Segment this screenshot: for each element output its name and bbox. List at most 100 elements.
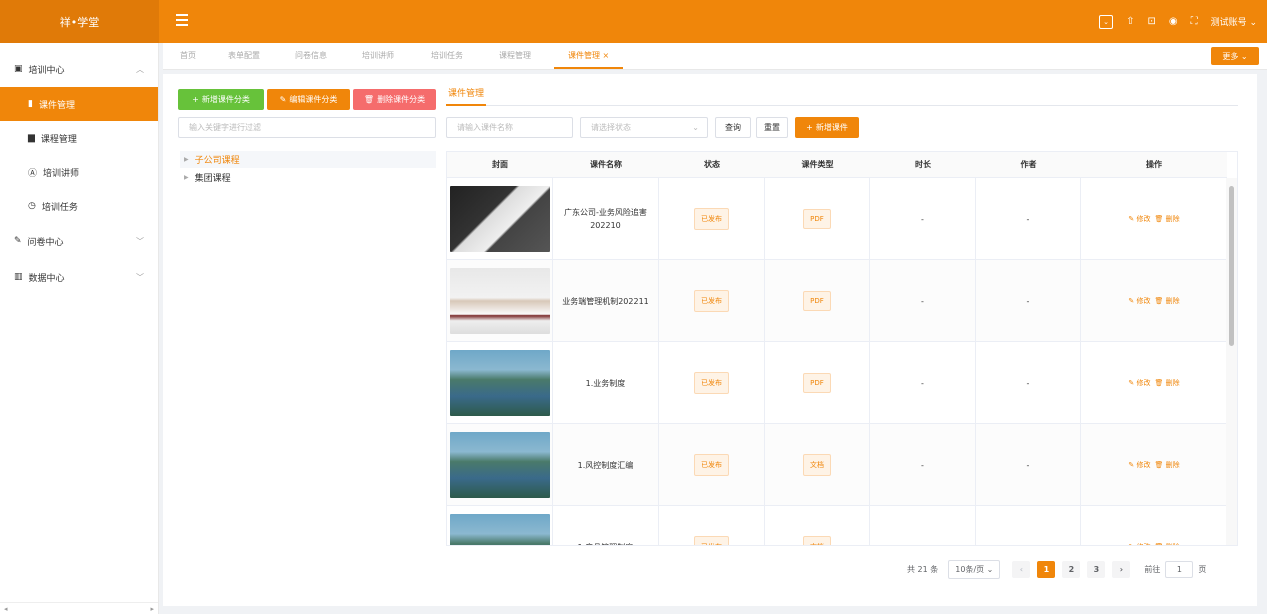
cover-image (449, 186, 550, 252)
sidebar: ▣ 培训中心 ︿ ▮ 课件管理 ▆ 课程管理 Ⓐ 培训讲师 ◷ 培训任务 ✎ 问… (0, 43, 159, 614)
sidebar-group-data[interactable]: ▥ 数据中心 ﹀ (0, 259, 158, 295)
fullscreen-icon[interactable]: ⛶ (1191, 16, 1198, 27)
tab-survey-info[interactable]: 问卷信息 (295, 43, 327, 69)
chevron-down-icon: ﹀ (136, 272, 144, 282)
prev-page-button[interactable]: ‹ (1012, 561, 1031, 578)
category-filter-input[interactable]: 输入关键字进行过滤 (178, 117, 436, 138)
courseware-name-input[interactable]: 请输入课件名称 (446, 117, 573, 138)
edit-link[interactable]: ✎ 修改 (1128, 296, 1150, 306)
status-badge: 已发布 (694, 208, 729, 230)
sidebar-item-task[interactable]: ◷ 培训任务 (0, 189, 158, 223)
courseware-table: 封面 课件名称 状态 课件类型 时长 作者 操作 广东公司-业务风险追害2022… (446, 151, 1238, 546)
status-badge: 已发布 (694, 290, 729, 312)
user-icon: Ⓐ (28, 168, 38, 179)
chevron-up-icon: ︿ (136, 64, 144, 74)
tab-close-icon[interactable]: × (603, 51, 610, 60)
chevron-down-icon: ﹀ (136, 236, 144, 246)
app-logo: 祥•学堂 (0, 0, 159, 43)
training-center-icon: ▣ (14, 64, 23, 74)
table-row: 业务端管理机制202211 已发布 PDF - - ✎ 修改 🗑 删除 (447, 260, 1227, 342)
top-bar: 祥•学堂 ⌄ ⇧ ⊡ ◉ ⛶ 测试账号 ⌄ (0, 0, 1267, 43)
book-icon: ▆ (28, 133, 35, 143)
table-header: 封面 课件名称 状态 课件类型 时长 作者 操作 (447, 152, 1227, 178)
edit-link[interactable]: ✎ 修改 (1128, 378, 1150, 388)
goto-page-input[interactable]: 1 (1165, 561, 1194, 578)
table-scrollbar[interactable] (1226, 178, 1237, 545)
tabs-bar: 首页 表单配置 问卷信息 培训讲师 培训任务 课程管理 课件管理 × 更多 ⌄ (163, 43, 1267, 70)
sidebar-item-course[interactable]: ▆ 课程管理 (0, 121, 158, 155)
page-size-select[interactable]: 10条/页 ⌄ (948, 560, 1001, 579)
tab-home[interactable]: 首页 (180, 43, 196, 69)
sidebar-item-lecturer[interactable]: Ⓐ 培训讲师 (0, 155, 158, 189)
edit-link[interactable]: ✎ 修改 (1128, 542, 1150, 545)
delete-link[interactable]: 🗑 删除 (1154, 296, 1179, 306)
type-badge: PDF (803, 209, 831, 229)
cover-image (449, 350, 550, 416)
status-badge: 已发布 (694, 454, 729, 476)
sidebar-group-training[interactable]: ▣ 培训中心 ︿ (0, 51, 158, 87)
edit-link[interactable]: ✎ 修改 (1128, 214, 1150, 224)
edit-icon: ✎ (279, 95, 287, 104)
tab-course[interactable]: 课程管理 (499, 43, 531, 69)
dropdown-square-icon[interactable]: ⌄ (1099, 14, 1114, 29)
pager-total: 共 21 条 (907, 565, 939, 574)
delete-category-button[interactable]: 🗑 删除课件分类 (353, 89, 436, 110)
goto-label: 前往 (1144, 565, 1161, 574)
cover-image (449, 268, 550, 334)
query-button[interactable]: 查询 (715, 117, 751, 138)
document-icon: ▮ (28, 99, 33, 109)
tab-courseware[interactable]: 课件管理 × (554, 43, 624, 69)
tree-node-group[interactable]: ▶ 集团课程 (180, 169, 436, 186)
caret-right-icon: ▶ (184, 174, 189, 181)
cover-image (449, 432, 550, 498)
type-badge: 文档 (803, 454, 831, 476)
page-unit-label: 页 (1198, 565, 1207, 574)
delete-link[interactable]: 🗑 删除 (1154, 378, 1179, 388)
delete-link[interactable]: 🗑 删除 (1154, 460, 1179, 470)
type-badge: 文档 (803, 536, 831, 545)
scrollbar-thumb[interactable] (1229, 186, 1234, 346)
page-2[interactable]: 2 (1062, 561, 1081, 578)
tab-courseware-manage[interactable]: 课件管理 (446, 86, 487, 106)
right-tabs: 课件管理 (446, 86, 1238, 106)
next-page-button[interactable]: › (1112, 561, 1131, 578)
reset-button[interactable]: 重置 (756, 117, 788, 138)
chart-icon: ▥ (14, 272, 23, 282)
tab-task[interactable]: 培训任务 (431, 43, 463, 69)
lock-icon[interactable]: ⊡ (1147, 16, 1155, 27)
plus-icon: + (192, 95, 199, 104)
eye-icon[interactable]: ◉ (1169, 16, 1178, 27)
upload-icon[interactable]: ⇧ (1126, 16, 1134, 27)
account-menu[interactable]: 测试账号 ⌄ (1211, 15, 1257, 28)
delete-link[interactable]: 🗑 删除 (1154, 542, 1179, 545)
table-row: 1.产品管理制度 已发布 文档 ✎ 修改🗑 删除 (447, 506, 1227, 545)
caret-right-icon: ▶ (184, 156, 189, 163)
status-badge: 已发布 (694, 536, 729, 545)
sidebar-item-courseware[interactable]: ▮ 课件管理 (0, 87, 158, 121)
add-courseware-button[interactable]: + 新增课件 (795, 117, 859, 138)
tab-lecturer[interactable]: 培训讲师 (362, 43, 394, 69)
page-3[interactable]: 3 (1087, 561, 1106, 578)
status-select[interactable]: 请选择状态 ⌄ (580, 117, 708, 138)
table-row: 1.业务制度 已发布 PDF - - ✎ 修改 🗑 删除 (447, 342, 1227, 424)
type-badge: PDF (803, 373, 831, 393)
tab-form-config[interactable]: 表单配置 (228, 43, 260, 69)
add-category-button[interactable]: + 新增课件分类 (178, 89, 264, 110)
cover-image (449, 514, 550, 545)
sidebar-hscroll[interactable]: ◂ ▸ (0, 602, 158, 614)
trash-icon: 🗑 (363, 95, 375, 104)
clock-icon: ◷ (28, 201, 36, 211)
survey-icon: ✎ (14, 236, 22, 246)
menu-toggle-icon[interactable] (176, 14, 188, 26)
scroll-right-icon[interactable]: ▸ (150, 605, 154, 613)
edit-category-button[interactable]: ✎ 编辑课件分类 (267, 89, 350, 110)
pagination: 共 21 条 10条/页 ⌄ ‹ 1 2 3 › 前往 1 页 (907, 560, 1206, 579)
page-1[interactable]: 1 (1037, 561, 1056, 578)
scroll-left-icon[interactable]: ◂ (4, 605, 8, 613)
status-badge: 已发布 (694, 372, 729, 394)
more-button[interactable]: 更多 ⌄ (1211, 47, 1259, 65)
edit-link[interactable]: ✎ 修改 (1128, 460, 1150, 470)
delete-link[interactable]: 🗑 删除 (1154, 214, 1179, 224)
tree-node-subsidiary[interactable]: ▶ 子公司课程 (180, 151, 436, 168)
sidebar-group-survey[interactable]: ✎ 问卷中心 ﹀ (0, 223, 158, 259)
